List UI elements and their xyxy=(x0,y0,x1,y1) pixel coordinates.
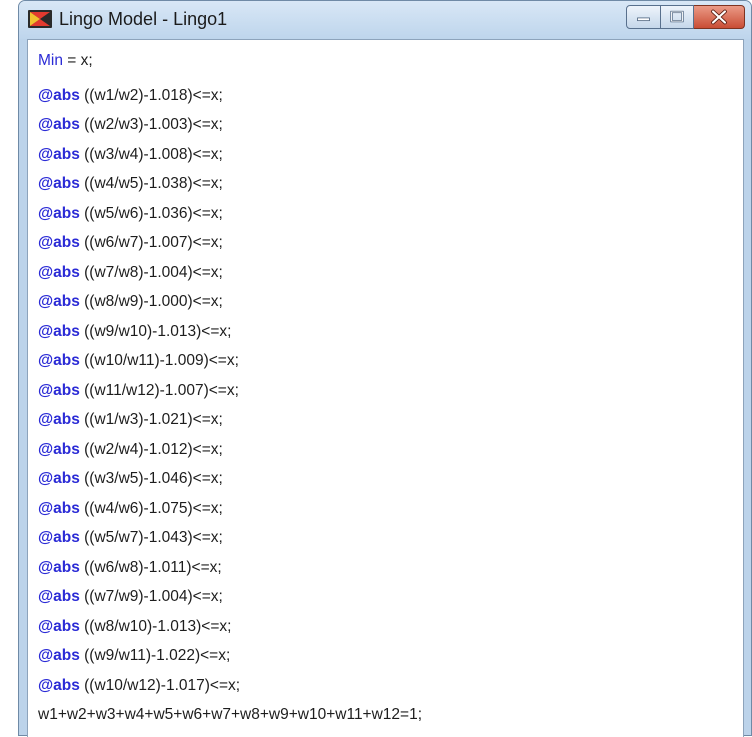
code-lines: Min = x; @abs ((w1/w2)-1.018)<=x; @abs (… xyxy=(38,46,422,730)
abs-keyword: @abs xyxy=(38,204,80,222)
constraint-expression: ((w3/w4)-1.008)<=x; xyxy=(79,145,223,163)
constraint-line: @abs ((w9/w11)-1.022)<=x; xyxy=(38,641,422,671)
minimize-button[interactable] xyxy=(626,5,661,29)
abs-keyword: @abs xyxy=(38,558,80,576)
constraint-expression: ((w6/w8)-1.011)<=x; xyxy=(79,558,222,576)
constraint-line: @abs ((w8/w10)-1.013)<=x; xyxy=(38,612,422,642)
constraint-line: @abs ((w6/w8)-1.011)<=x; xyxy=(38,553,422,583)
abs-keyword: @abs xyxy=(38,647,80,664)
abs-keyword: @abs xyxy=(38,145,80,163)
constraint-line: @abs ((w6/w7)-1.007)<=x; xyxy=(38,228,422,258)
constraint-line: @abs ((w5/w6)-1.036)<=x; xyxy=(38,199,422,229)
constraint-line: @abs ((w3/w4)-1.008)<=x; xyxy=(38,140,422,170)
abs-keyword: @abs xyxy=(38,381,80,399)
model-editor[interactable]: Min = x; @abs ((w1/w2)-1.018)<=x; @abs (… xyxy=(27,39,744,737)
constraint-line: @abs ((w3/w5)-1.046)<=x; xyxy=(38,464,422,494)
abs-keyword: @abs xyxy=(38,411,80,428)
constraint-line: @abs ((w1/w2)-1.018)<=x; xyxy=(38,81,422,111)
constraint-expression: ((w8/w9)-1.000)<=x; xyxy=(79,293,223,310)
constraint-line: @abs ((w7/w8)-1.004)<=x; xyxy=(38,258,422,288)
maximize-button[interactable] xyxy=(661,5,694,29)
constraint-expression: ((w7/w9)-1.004)<=x; xyxy=(79,588,223,605)
min-keyword: Min xyxy=(38,52,63,69)
abs-keyword: @abs xyxy=(38,116,80,133)
abs-keyword: @abs xyxy=(38,263,80,281)
abs-keyword: @abs xyxy=(38,322,80,340)
constraint-line: @abs ((w4/w5)-1.038)<=x; xyxy=(38,169,422,199)
constraint-expression: ((w6/w7)-1.007)<=x; xyxy=(79,234,223,251)
abs-keyword: @abs xyxy=(38,588,80,605)
abs-keyword: @abs xyxy=(38,86,80,104)
objective-line: Min = x; xyxy=(38,46,422,76)
abs-keyword: @abs xyxy=(38,175,80,192)
constraint-line: @abs ((w10/w11)-1.009)<=x; xyxy=(38,346,422,376)
constraint-expression: ((w9/w10)-1.013)<=x; xyxy=(79,322,232,340)
abs-keyword: @abs xyxy=(38,499,80,517)
abs-keyword: @abs xyxy=(38,617,80,635)
constraint-line: @abs ((w8/w9)-1.000)<=x; xyxy=(38,287,422,317)
constraint-line: @abs ((w10/w12)-1.017)<=x; xyxy=(38,671,422,701)
constraint-line: @abs ((w2/w4)-1.012)<=x; xyxy=(38,435,422,465)
lingo-app-icon xyxy=(28,10,52,28)
constraint-expression: ((w8/w10)-1.013)<=x; xyxy=(79,617,232,635)
window-controls xyxy=(626,5,745,29)
abs-keyword: @abs xyxy=(38,676,80,694)
minimize-icon xyxy=(637,17,650,22)
constraint-expression: ((w4/w5)-1.038)<=x; xyxy=(79,175,223,192)
constraint-expression: ((w7/w8)-1.004)<=x; xyxy=(79,263,223,281)
constraint-line: @abs ((w1/w3)-1.021)<=x; xyxy=(38,405,422,435)
constraint-line: @abs ((w2/w3)-1.003)<=x; xyxy=(38,110,422,140)
abs-keyword: @abs xyxy=(38,352,80,369)
close-button[interactable] xyxy=(694,5,745,29)
window-title: Lingo Model - Lingo1 xyxy=(59,9,228,29)
title-bar[interactable]: Lingo Model - Lingo1 xyxy=(19,1,751,39)
constraint-line: @abs ((w5/w7)-1.043)<=x; xyxy=(38,523,422,553)
abs-keyword: @abs xyxy=(38,234,80,251)
constraint-line: @abs ((w9/w10)-1.013)<=x; xyxy=(38,317,422,347)
constraint-line: @abs ((w7/w9)-1.004)<=x; xyxy=(38,582,422,612)
abs-keyword: @abs xyxy=(38,293,80,310)
constraint-expression: ((w5/w7)-1.043)<=x; xyxy=(79,529,223,546)
abs-keyword: @abs xyxy=(38,470,80,487)
constraint-expression: ((w2/w4)-1.012)<=x; xyxy=(79,440,223,458)
abs-keyword: @abs xyxy=(38,440,80,458)
lingo-model-window: Lingo Model - Lingo1 Min = x; @abs ((w1/… xyxy=(18,0,752,737)
constraint-expression: ((w2/w3)-1.003)<=x; xyxy=(79,116,223,133)
constraint-expression: ((w11/w12)-1.007)<=x; xyxy=(79,381,239,399)
constraint-expression: ((w1/w2)-1.018)<=x; xyxy=(79,86,223,104)
constraint-expression: ((w9/w11)-1.022)<=x; xyxy=(79,647,231,664)
constraint-line: @abs ((w11/w12)-1.007)<=x; xyxy=(38,376,422,406)
constraint-expression: ((w5/w6)-1.036)<=x; xyxy=(79,204,223,222)
constraint-line: @abs ((w4/w6)-1.075)<=x; xyxy=(38,494,422,524)
constraint-expression: ((w3/w5)-1.046)<=x; xyxy=(79,470,223,487)
constraint-expression: ((w10/w12)-1.017)<=x; xyxy=(79,676,241,694)
objective-expression: = x; xyxy=(62,52,93,69)
constraint-expression: ((w10/w11)-1.009)<=x; xyxy=(79,352,239,369)
sum-constraint-line: w1+w2+w3+w4+w5+w6+w7+w8+w9+w10+w11+w12=1… xyxy=(38,706,423,723)
constraint-expression: ((w1/w3)-1.021)<=x; xyxy=(79,411,223,428)
close-icon xyxy=(711,9,727,25)
constraint-expression: ((w4/w6)-1.075)<=x; xyxy=(79,499,223,517)
maximize-icon xyxy=(670,10,684,23)
abs-keyword: @abs xyxy=(38,529,80,546)
